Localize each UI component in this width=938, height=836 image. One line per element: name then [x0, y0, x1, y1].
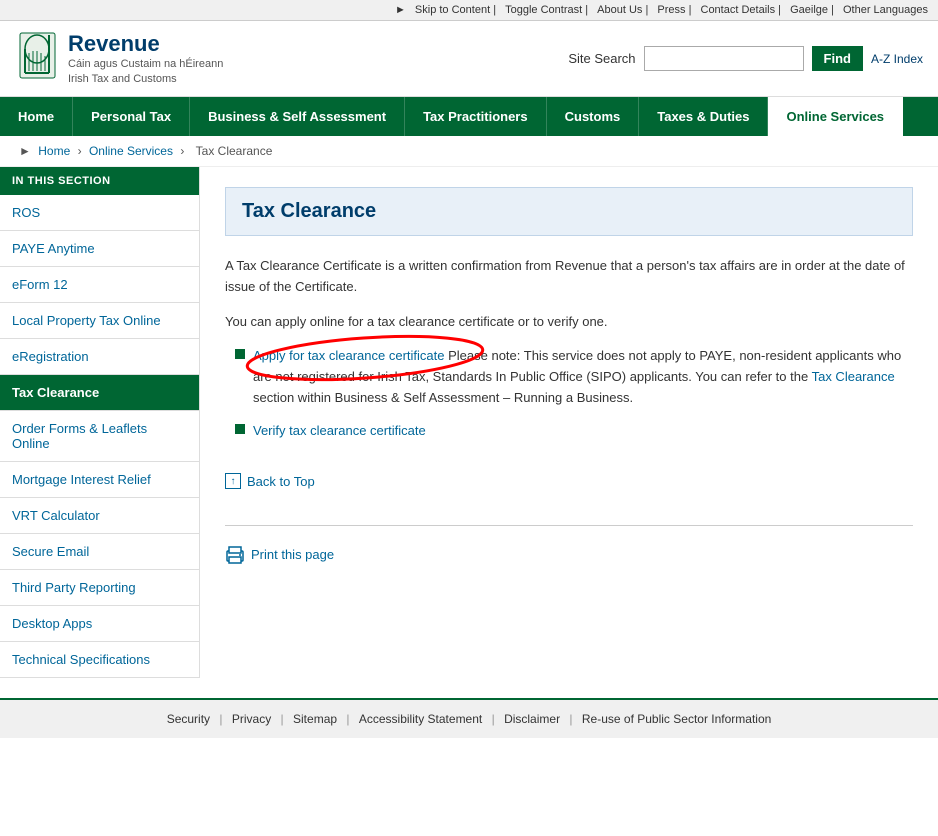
bullet-icon [235, 349, 245, 359]
sidebar-item-local-property-tax: Local Property Tax Online [0, 303, 199, 339]
sidebar-item-desktop-apps: Desktop Apps [0, 606, 199, 642]
footer-accessibility-link[interactable]: Accessibility Statement [359, 712, 482, 726]
nav-taxes-duties[interactable]: Taxes & Duties [639, 97, 768, 136]
content-list: Apply for tax clearance certificate Plea… [235, 346, 913, 441]
breadcrumb-sep2: › [180, 144, 187, 158]
skip-content-link[interactable]: Skip to Content [415, 4, 490, 16]
top-utility-bar: ► Skip to Content | Toggle Contrast | Ab… [0, 0, 938, 21]
apply-note-end: section within Business & Self Assessmen… [253, 390, 633, 405]
apply-list-item: Apply for tax clearance certificate Plea… [235, 346, 913, 408]
gaeilge-link[interactable]: Gaeilge [790, 4, 828, 16]
tax-clearance-ref-link[interactable]: Tax Clearance [812, 369, 895, 384]
content-wrapper: IN THIS SECTION ROS PAYE Anytime eForm 1… [0, 167, 938, 678]
az-index-link[interactable]: A-Z Index [871, 52, 923, 66]
toggle-contrast-link[interactable]: Toggle Contrast [505, 4, 582, 16]
press-link[interactable]: Press [657, 4, 685, 16]
sidebar-link-eform12[interactable]: eForm 12 [0, 267, 199, 302]
site-header: Revenue Cáin agus Custaim na hÉireann Ir… [0, 21, 938, 97]
skip-icon: ► [395, 4, 406, 16]
breadcrumb-current: Tax Clearance [196, 144, 273, 158]
logo-title: Revenue [68, 31, 223, 57]
nav-personal-tax[interactable]: Personal Tax [73, 97, 190, 136]
sidebar-link-vrt-calculator[interactable]: VRT Calculator [0, 498, 199, 533]
sidebar-item-tax-clearance: Tax Clearance [0, 375, 199, 411]
sidebar-link-ros[interactable]: ROS [0, 195, 199, 230]
sidebar: IN THIS SECTION ROS PAYE Anytime eForm 1… [0, 167, 200, 678]
other-languages-link[interactable]: Other Languages [843, 4, 928, 16]
back-to-top-icon: ↑ [225, 473, 241, 489]
sidebar-item-paye-anytime: PAYE Anytime [0, 231, 199, 267]
apply-item-content: Apply for tax clearance certificate Plea… [253, 346, 913, 408]
nav-home[interactable]: Home [0, 97, 73, 136]
apply-tax-clearance-link[interactable]: Apply for tax clearance certificate [253, 348, 444, 363]
breadcrumb-arrow-icon: ► [19, 144, 31, 158]
sidebar-item-vrt-calculator: VRT Calculator [0, 498, 199, 534]
sidebar-link-technical-specifications[interactable]: Technical Specifications [0, 642, 199, 677]
about-us-link[interactable]: About Us [597, 4, 642, 16]
sidebar-item-eregistration: eRegistration [0, 339, 199, 375]
sidebar-item-ros: ROS [0, 195, 199, 231]
sidebar-link-local-property-tax[interactable]: Local Property Tax Online [0, 303, 199, 338]
breadcrumb-online-services[interactable]: Online Services [89, 144, 173, 158]
footer-security-link[interactable]: Security [167, 712, 210, 726]
nav-tax-practitioners[interactable]: Tax Practitioners [405, 97, 547, 136]
sidebar-section-title: IN THIS SECTION [0, 167, 199, 195]
intro-paragraph-2: You can apply online for a tax clearance… [225, 312, 913, 333]
nav-business[interactable]: Business & Self Assessment [190, 97, 405, 136]
breadcrumb-home[interactable]: Home [38, 144, 70, 158]
contact-details-link[interactable]: Contact Details [701, 4, 776, 16]
logo-text: Revenue Cáin agus Custaim na hÉireann Ir… [68, 31, 223, 86]
breadcrumb-sep1: › [78, 144, 85, 158]
sidebar-link-paye-anytime[interactable]: PAYE Anytime [0, 231, 199, 266]
page-title: Tax Clearance [242, 200, 896, 223]
footer-reuse-link[interactable]: Re-use of Public Sector Information [582, 712, 771, 726]
content-divider [225, 525, 913, 526]
breadcrumb: ► Home › Online Services › Tax Clearance [0, 136, 938, 167]
intro-paragraph-1: A Tax Clearance Certificate is a written… [225, 256, 913, 298]
main-content: Tax Clearance A Tax Clearance Certificat… [200, 167, 938, 678]
search-area: Site Search Find A-Z Index [568, 46, 923, 71]
footer-disclaimer-link[interactable]: Disclaimer [504, 712, 560, 726]
search-input[interactable] [644, 46, 804, 71]
logo-area: Revenue Cáin agus Custaim na hÉireann Ir… [15, 31, 223, 86]
footer-sitemap-link[interactable]: Sitemap [293, 712, 337, 726]
print-icon [225, 546, 245, 564]
sidebar-link-third-party-reporting[interactable]: Third Party Reporting [0, 570, 199, 605]
sidebar-item-technical-specifications: Technical Specifications [0, 642, 199, 678]
main-navigation: Home Personal Tax Business & Self Assess… [0, 97, 938, 136]
back-to-top-link[interactable]: Back to Top [247, 474, 315, 489]
sidebar-link-desktop-apps[interactable]: Desktop Apps [0, 606, 199, 641]
revenue-logo-icon [15, 31, 60, 86]
find-button[interactable]: Find [812, 46, 863, 71]
sidebar-link-mortgage-interest[interactable]: Mortgage Interest Relief [0, 462, 199, 497]
bullet-icon-2 [235, 424, 245, 434]
logo-subtitle-irish: Cáin agus Custaim na hÉireann [68, 57, 223, 71]
sidebar-link-eregistration[interactable]: eRegistration [0, 339, 199, 374]
nav-customs[interactable]: Customs [547, 97, 640, 136]
nav-online-services[interactable]: Online Services [768, 97, 903, 136]
search-label: Site Search [568, 51, 635, 66]
sidebar-item-secure-email: Secure Email [0, 534, 199, 570]
site-footer: Security | Privacy | Sitemap | Accessibi… [0, 698, 938, 738]
sidebar-link-tax-clearance[interactable]: Tax Clearance [0, 375, 199, 410]
verify-list-item: Verify tax clearance certificate [235, 421, 913, 442]
sidebar-link-secure-email[interactable]: Secure Email [0, 534, 199, 569]
sidebar-item-third-party-reporting: Third Party Reporting [0, 570, 199, 606]
sidebar-item-mortgage-interest: Mortgage Interest Relief [0, 462, 199, 498]
logo-subtitle-english: Irish Tax and Customs [68, 72, 223, 86]
verify-tax-clearance-link[interactable]: Verify tax clearance certificate [253, 421, 426, 442]
footer-privacy-link[interactable]: Privacy [232, 712, 271, 726]
print-page-link[interactable]: Print this page [251, 547, 334, 562]
sidebar-item-order-forms: Order Forms & Leaflets Online [0, 411, 199, 462]
sidebar-item-eform12: eForm 12 [0, 267, 199, 303]
sidebar-link-order-forms[interactable]: Order Forms & Leaflets Online [0, 411, 199, 461]
page-title-box: Tax Clearance [225, 187, 913, 236]
